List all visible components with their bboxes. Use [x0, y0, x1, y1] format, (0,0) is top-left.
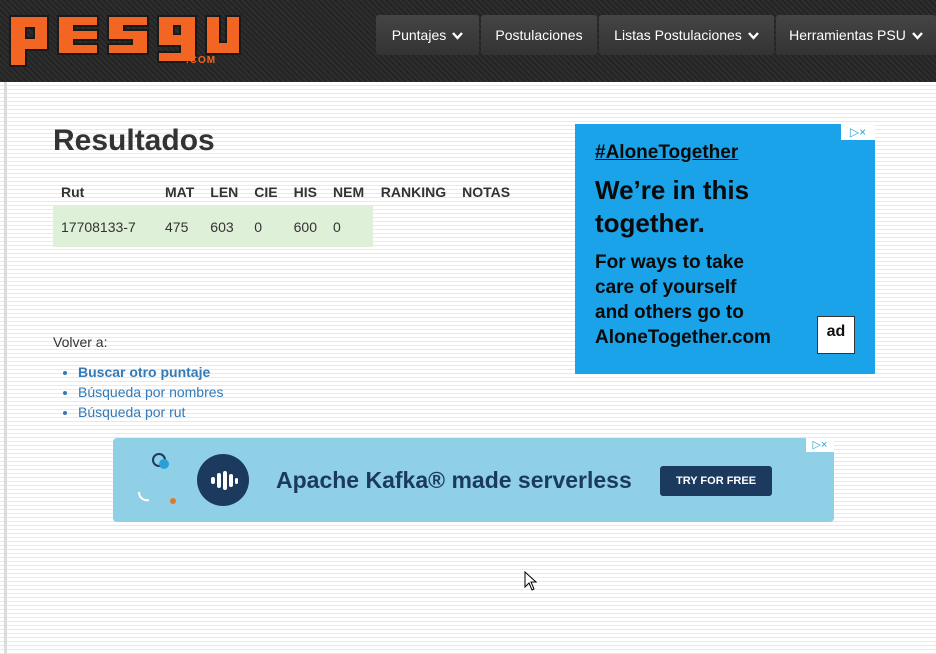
logo-suffix: .COM: [186, 55, 217, 66]
link-buscar-otro-puntaje[interactable]: Buscar otro puntaje: [78, 364, 210, 380]
ad-headline-1: We’re in this: [595, 175, 750, 205]
link-busqueda-nombres[interactable]: Búsqueda por nombres: [78, 384, 224, 400]
table-cell: 603: [202, 206, 247, 247]
volver-label: Volver a:: [53, 334, 108, 350]
list-item: Buscar otro puntaje: [78, 364, 224, 384]
banner-advertisement[interactable]: ▷× Apache Kafka® made serverless TRY FOR…: [113, 438, 834, 522]
nav-herramientas-label: Herramientas PSU: [789, 27, 906, 43]
list-item: Búsqueda por rut: [78, 404, 224, 424]
kafka-logo-icon: [197, 454, 249, 506]
top-navbar: .COM Puntajes Postulaciones Listas Postu…: [0, 0, 936, 82]
page-title: Resultados: [53, 124, 215, 157]
links-list: Buscar otro puntaje Búsqueda por nombres…: [60, 364, 224, 424]
table-header-row: Rut MAT LEN CIE HIS NEM RANKING NOTAS: [53, 178, 518, 206]
col-header: MAT: [165, 184, 195, 200]
ad-body-3: and others go to: [595, 302, 744, 323]
table-cell: 0: [246, 206, 286, 247]
nav-herramientas-psu[interactable]: Herramientas PSU: [776, 15, 936, 55]
side-advertisement[interactable]: ▷× #AloneTogether We’re in this together…: [575, 124, 875, 374]
ad-body-2: care of yourself: [595, 277, 737, 298]
col-header: Rut: [61, 184, 85, 200]
col-header: RANKING: [380, 184, 447, 200]
decorative-dots-icon: [138, 453, 176, 504]
results-table: Rut MAT LEN CIE HIS NEM RANKING NOTAS 17…: [53, 178, 518, 247]
col-header: CIE: [254, 184, 278, 200]
ad-body-1: For ways to take: [595, 252, 744, 273]
table-cell: 0: [325, 206, 373, 247]
ad-headline-2: together.: [595, 208, 705, 238]
ad-choices-icon[interactable]: ▷×: [841, 124, 875, 140]
ad-body-4: AloneTogether.com: [595, 327, 771, 348]
col-header: NEM: [333, 184, 365, 200]
nav-puntajes-label: Puntajes: [391, 27, 447, 43]
table-cell: 475: [157, 206, 203, 247]
ad-choices-icon[interactable]: ▷×: [806, 438, 834, 452]
table-cell: 17708133-7: [53, 206, 157, 247]
ad-hashtag: #AloneTogether: [595, 142, 739, 163]
ad-council-logo: ad: [817, 316, 855, 354]
nav-puntajes[interactable]: Puntajes: [376, 15, 479, 55]
banner-ad-text: Apache Kafka® made serverless: [276, 467, 632, 493]
try-for-free-button[interactable]: TRY FOR FREE: [660, 466, 772, 496]
chevron-down-icon: [747, 32, 759, 41]
list-item: Búsqueda por nombres: [78, 384, 224, 404]
table-cell: [454, 206, 518, 247]
table-cell: 600: [285, 206, 325, 247]
chevron-down-icon: [452, 32, 464, 41]
chevron-down-icon: [911, 32, 923, 41]
nav-postulaciones-label: Postulaciones: [495, 27, 583, 43]
table-row: 17708133-7 475 603 0 600 0: [53, 206, 518, 247]
nav-listas-label: Listas Postulaciones: [614, 27, 742, 43]
nav-postulaciones[interactable]: Postulaciones: [481, 15, 597, 55]
col-header: NOTAS: [462, 184, 511, 200]
col-header: LEN: [210, 184, 239, 200]
col-header: HIS: [293, 184, 317, 200]
link-busqueda-rut[interactable]: Búsqueda por rut: [78, 404, 185, 420]
table-cell: [373, 206, 454, 247]
mouse-cursor-icon: [524, 571, 538, 591]
nav-listas-postulaciones[interactable]: Listas Postulaciones: [599, 15, 774, 55]
